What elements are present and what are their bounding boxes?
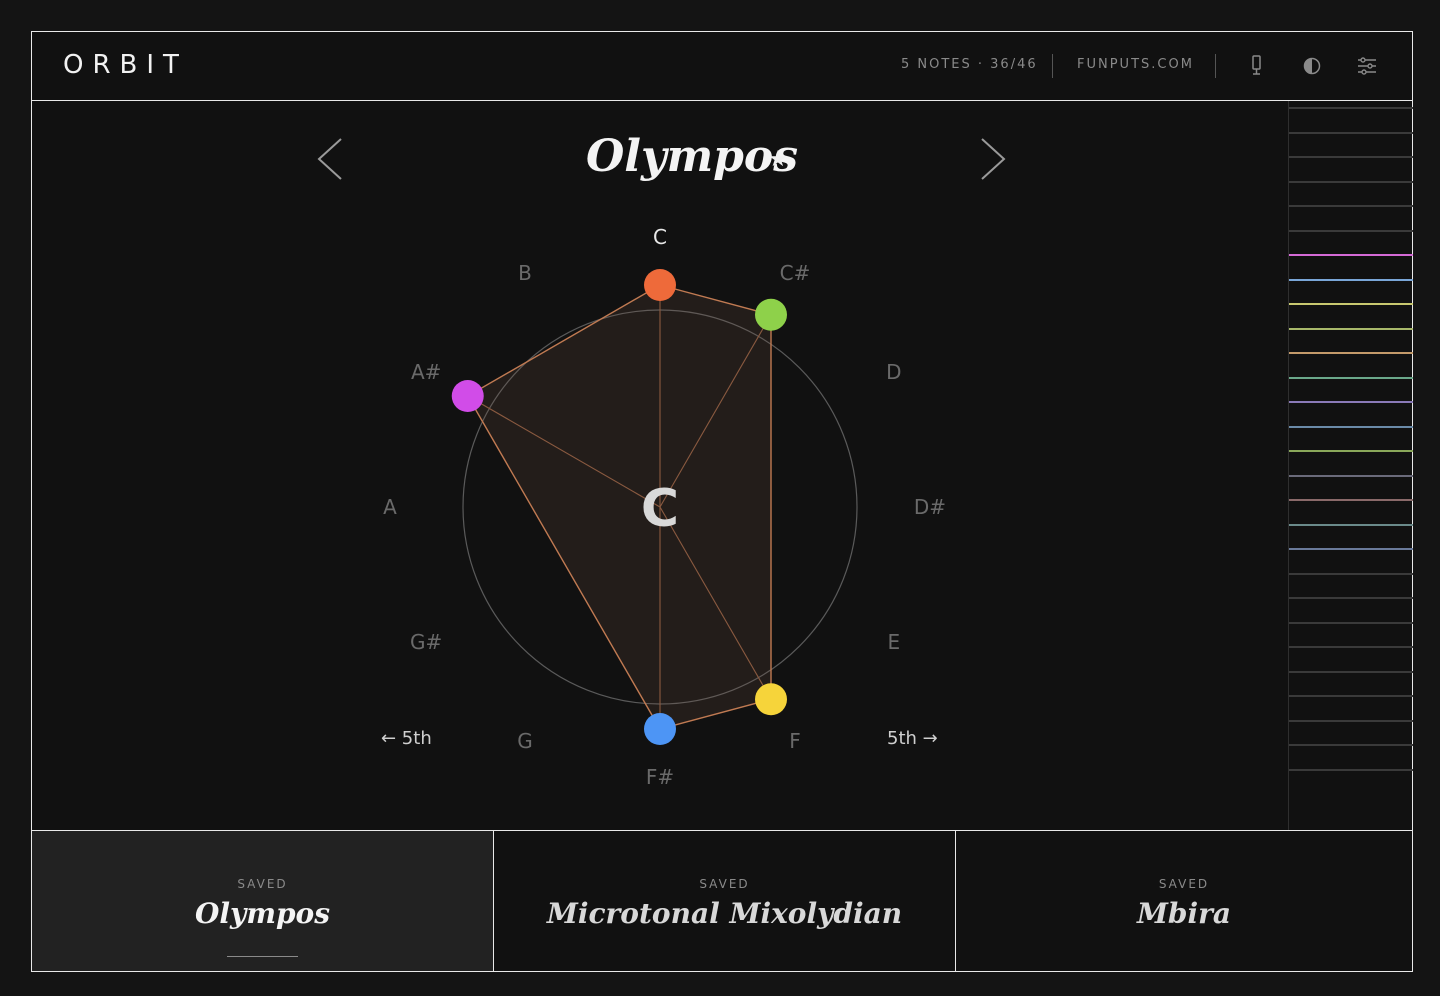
key-line[interactable] bbox=[1289, 597, 1413, 599]
key-lines-panel bbox=[1288, 101, 1413, 830]
root-note: C bbox=[641, 479, 679, 539]
saved-scales: SAVED Olympos SAVED Microtonal Mixolydia… bbox=[32, 830, 1412, 971]
key-line[interactable] bbox=[1289, 450, 1413, 452]
note-dot[interactable] bbox=[451, 380, 484, 412]
key-line[interactable] bbox=[1289, 768, 1413, 771]
note-label: C# bbox=[780, 261, 811, 285]
scale-polygon bbox=[466, 284, 772, 730]
orbit-diagram: C C# D D# E F F# G G# A A# B C ← 5th 5th → bbox=[381, 225, 946, 789]
key-line[interactable] bbox=[1289, 131, 1413, 134]
key-line[interactable] bbox=[1289, 670, 1413, 673]
saved-card-microtonal-mixolydian[interactable]: SAVED Microtonal Mixolydian bbox=[493, 831, 955, 971]
note-dot[interactable] bbox=[644, 269, 676, 301]
key-line[interactable] bbox=[1289, 523, 1413, 526]
note-label: G bbox=[517, 729, 533, 753]
key-line[interactable] bbox=[1289, 646, 1413, 648]
site-link[interactable]: FUNPUTS.COM bbox=[1077, 57, 1194, 72]
note-label: C bbox=[653, 225, 667, 249]
note-label: F bbox=[789, 729, 801, 753]
key-line[interactable] bbox=[1289, 327, 1413, 330]
key-line[interactable] bbox=[1289, 425, 1413, 428]
key-line[interactable] bbox=[1289, 180, 1413, 183]
key-line[interactable] bbox=[1289, 376, 1413, 379]
sliders-icon[interactable] bbox=[1355, 54, 1379, 78]
saved-name: Olympos bbox=[195, 897, 330, 930]
notes-info: 5 NOTES · 36/46 bbox=[901, 57, 1038, 72]
key-line[interactable] bbox=[1289, 695, 1413, 697]
note-label: A# bbox=[411, 360, 441, 384]
saved-label: SAVED bbox=[237, 877, 288, 891]
note-label: G# bbox=[410, 630, 442, 654]
note-dot[interactable] bbox=[644, 713, 676, 745]
key-line[interactable] bbox=[1289, 548, 1413, 550]
contrast-icon[interactable] bbox=[1300, 54, 1324, 78]
key-line[interactable] bbox=[1289, 744, 1413, 746]
saved-name: Microtonal Mixolydian bbox=[546, 897, 903, 930]
app-frame: ORBIT 5 NOTES · 36/46 FUNPUTS.COM Olympo… bbox=[31, 31, 1413, 972]
key-line[interactable] bbox=[1289, 156, 1413, 158]
note-label: D# bbox=[914, 495, 946, 519]
key-line[interactable] bbox=[1289, 254, 1413, 256]
fifth-left-label[interactable]: ← 5th bbox=[381, 728, 432, 749]
scale-view: Olympos ★ C C# D D# E F F# G G# A A# B C ← 5th 5th … bbox=[32, 101, 1288, 830]
logo: ORBIT bbox=[63, 50, 188, 80]
key-line[interactable] bbox=[1289, 499, 1413, 501]
key-line[interactable] bbox=[1289, 572, 1413, 575]
key-line[interactable] bbox=[1289, 352, 1413, 354]
note-dot[interactable] bbox=[755, 683, 787, 716]
saved-label: SAVED bbox=[699, 877, 750, 891]
header: ORBIT 5 NOTES · 36/46 FUNPUTS.COM bbox=[32, 32, 1412, 101]
saved-label: SAVED bbox=[1158, 877, 1210, 891]
note-label: B bbox=[518, 261, 532, 285]
header-divider bbox=[1052, 54, 1053, 78]
header-divider bbox=[1215, 54, 1216, 78]
note-dot[interactable] bbox=[755, 298, 787, 331]
microphone-icon[interactable] bbox=[1245, 54, 1269, 78]
note-label: D bbox=[886, 360, 901, 384]
key-line[interactable] bbox=[1289, 303, 1413, 305]
key-line[interactable] bbox=[1289, 205, 1413, 207]
key-line[interactable] bbox=[1289, 229, 1413, 232]
saved-card-olympos[interactable]: SAVED Olympos bbox=[32, 831, 493, 971]
key-line[interactable] bbox=[1289, 719, 1413, 722]
note-label: A bbox=[383, 495, 397, 519]
key-line[interactable] bbox=[1289, 107, 1413, 109]
active-underline bbox=[227, 956, 298, 957]
key-line[interactable] bbox=[1289, 401, 1413, 403]
saved-card-mbira[interactable]: SAVED Mbira bbox=[955, 831, 1412, 971]
key-line[interactable] bbox=[1289, 278, 1413, 281]
saved-name: Mbira bbox=[1136, 897, 1232, 930]
key-line[interactable] bbox=[1289, 474, 1413, 477]
note-label: F# bbox=[646, 765, 674, 789]
fifth-right-label[interactable]: 5th → bbox=[887, 728, 938, 749]
note-label: E bbox=[888, 630, 901, 654]
key-line[interactable] bbox=[1289, 621, 1413, 624]
